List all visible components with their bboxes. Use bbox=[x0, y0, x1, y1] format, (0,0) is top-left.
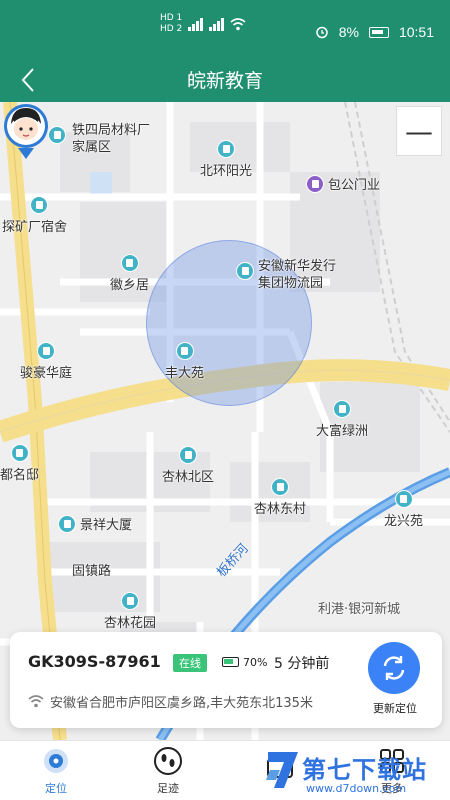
building-icon bbox=[236, 262, 254, 280]
wifi-icon bbox=[230, 17, 246, 30]
poi-label: 都名邸 bbox=[0, 468, 40, 483]
online-status-badge: 在线 bbox=[173, 654, 207, 672]
road-label-guzhen: 固镇路 bbox=[72, 564, 112, 579]
poi-xinhua[interactable]: 安徽新华发行 集团物流园 bbox=[236, 258, 336, 292]
building-icon bbox=[394, 490, 413, 508]
refresh-location-label[interactable]: 更新定位 bbox=[364, 700, 426, 716]
sim1-label: HD 1 bbox=[160, 13, 183, 23]
status-right: 8% 10:51 bbox=[315, 24, 434, 40]
shop-icon bbox=[306, 174, 324, 193]
app-screen: HD 1 HD 2 8% 10:51 皖新教育 铁四局材料厂 家属区 北环阳光 … bbox=[0, 0, 450, 800]
poi-xinglin-garden[interactable]: 杏林花园 bbox=[104, 592, 156, 631]
alarm-icon bbox=[315, 26, 328, 39]
signal-icon bbox=[188, 17, 204, 31]
site-watermark: 第七下载站 www.d7down.com bbox=[264, 748, 450, 800]
building-icon bbox=[179, 446, 197, 464]
battery-percent: 8% bbox=[338, 24, 359, 40]
building-icon bbox=[30, 196, 48, 214]
refresh-location-button[interactable] bbox=[368, 642, 420, 694]
poi-baogong[interactable]: 包公门业 bbox=[306, 174, 380, 193]
building-icon bbox=[333, 400, 351, 418]
poi-label: 北环阳光 bbox=[200, 164, 253, 179]
location-icon bbox=[41, 746, 71, 776]
nav-label: 定位 bbox=[45, 782, 67, 795]
watermark-title: 第七下载站 bbox=[302, 756, 427, 784]
poi-jingxiang[interactable]: 景祥大厦 bbox=[58, 514, 132, 533]
poi-label: 铁四局材料厂 bbox=[72, 123, 151, 138]
poi-label: 探矿厂宿舍 bbox=[2, 220, 68, 235]
poi-dafu[interactable]: 大富绿洲 bbox=[316, 400, 368, 439]
poi-tankuang[interactable]: 探矿厂宿舍 bbox=[2, 196, 67, 235]
poi-label: 骏豪华庭 bbox=[20, 366, 73, 381]
poi-label: 徽乡居 bbox=[110, 278, 150, 293]
sim2-label: HD 2 bbox=[160, 24, 183, 34]
poi-junhao[interactable]: 骏豪华庭 bbox=[20, 342, 72, 381]
nav-item-footprint[interactable]: 足迹 bbox=[112, 741, 224, 800]
building-icon bbox=[120, 254, 139, 272]
building-icon bbox=[121, 592, 139, 610]
nav-item-location[interactable]: 定位 bbox=[0, 741, 112, 800]
poi-label: 景祥大厦 bbox=[80, 518, 133, 533]
last-update-time: 5 分钟前 bbox=[274, 656, 330, 672]
building-icon bbox=[271, 478, 289, 496]
refresh-icon bbox=[383, 656, 405, 680]
battery-level: 70% bbox=[243, 656, 268, 669]
poi-xinglin-north[interactable]: 杏林北区 bbox=[162, 446, 214, 485]
poi-label: 杏林北区 bbox=[162, 470, 215, 485]
page-title: 皖新教育 bbox=[186, 70, 263, 92]
zoom-out-button[interactable]: — bbox=[396, 106, 442, 156]
watermark-url: www.d7down.com bbox=[306, 782, 407, 795]
footprint-icon bbox=[153, 746, 183, 776]
poi-label: 丰大苑 bbox=[165, 366, 205, 381]
poi-duming[interactable]: 都名邸 bbox=[0, 444, 39, 483]
battery-icon bbox=[368, 26, 389, 38]
poi-label: 安徽新华发行 bbox=[258, 259, 337, 274]
device-id: GK309S-87961 bbox=[28, 652, 161, 671]
poi-label: 大富绿洲 bbox=[316, 424, 369, 439]
building-icon bbox=[58, 514, 76, 533]
poi-label: 杏林东村 bbox=[254, 502, 307, 517]
nav-label: 足迹 bbox=[157, 782, 179, 795]
watermark-logo-icon bbox=[266, 752, 298, 788]
address-text: 安徽省合肥市庐阳区虞乡路,丰大苑东北135米 bbox=[50, 696, 313, 711]
building-icon bbox=[10, 444, 29, 462]
battery-level-icon bbox=[222, 657, 239, 667]
child-avatar-marker[interactable] bbox=[0, 102, 52, 160]
signal-icon-2 bbox=[209, 17, 225, 31]
network-indicators: HD 1 HD 2 bbox=[160, 14, 246, 34]
poi-tiesiju[interactable]: 铁四局材料厂 家属区 bbox=[48, 122, 150, 156]
building-icon bbox=[217, 140, 235, 158]
poi-huixiang[interactable]: 徽乡居 bbox=[110, 254, 149, 293]
poi-label: 杏林花园 bbox=[104, 616, 157, 631]
poi-label: 龙兴苑 bbox=[384, 514, 424, 529]
app-header: 皖新教育 bbox=[0, 58, 450, 102]
poi-fengda[interactable]: 丰大苑 bbox=[165, 342, 204, 381]
poi-xinglin-east[interactable]: 杏林东村 bbox=[254, 478, 306, 517]
address-row: 安徽省合肥市庐阳区虞乡路,丰大苑东北135米 bbox=[28, 692, 313, 711]
poi-sublabel: 集团物流园 bbox=[258, 276, 324, 291]
poi-label: 包公门业 bbox=[328, 178, 381, 193]
status-bar: HD 1 HD 2 8% 10:51 bbox=[0, 0, 450, 58]
building-icon bbox=[175, 342, 194, 360]
clock: 10:51 bbox=[398, 24, 434, 40]
poi-beihuan[interactable]: 北环阳光 bbox=[200, 140, 252, 179]
building-icon bbox=[37, 342, 55, 360]
area-label-ligang: 利港·银河新城 bbox=[318, 602, 401, 617]
device-info-card: GK309S-87961 在线 70% 5 分钟前 安徽省合肥市庐阳区虞乡路,丰… bbox=[10, 632, 442, 728]
wifi-signal-icon bbox=[28, 695, 44, 708]
poi-longxing[interactable]: 龙兴苑 bbox=[384, 490, 423, 529]
poi-sublabel: 家属区 bbox=[72, 140, 112, 155]
